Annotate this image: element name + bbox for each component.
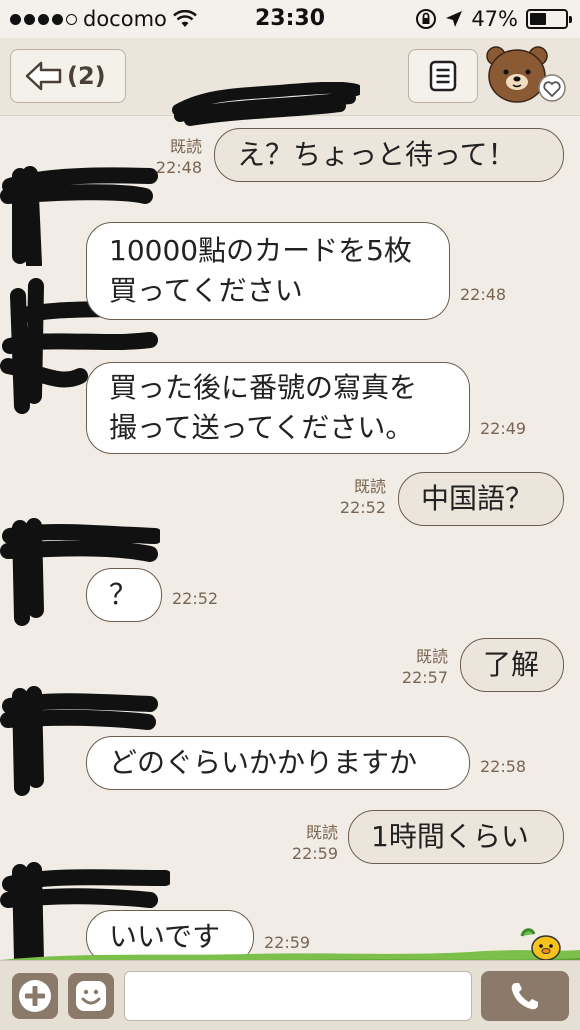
message-text: 買った後に番號の寫真を <box>109 371 418 404</box>
message-time: 22:48 <box>155 158 202 177</box>
message-meta: 既読 22:52 <box>326 476 386 518</box>
message-input[interactable] <box>124 971 472 1021</box>
sent-message-bubble[interactable]: 1時間くらい <box>348 810 564 864</box>
message-text: 撮って送ってください。 <box>109 411 414 444</box>
read-receipt: 既読 <box>169 137 202 156</box>
message-text: どのぐらいかかりますか <box>109 746 418 779</box>
message-text: 1時間くらい <box>371 820 529 853</box>
message-time: 22:52 <box>339 498 386 517</box>
message-time: 22:48 <box>460 285 507 304</box>
message-text: 中国語？ <box>421 482 534 515</box>
sent-message-bubble[interactable]: 了解 <box>460 638 564 692</box>
received-message-bubble[interactable]: どのぐらいかかりますか <box>86 736 470 790</box>
message-text: ？ <box>109 578 138 611</box>
location-arrow-icon <box>446 11 463 27</box>
message-text: 10000點のカードを5枚 <box>109 234 412 267</box>
read-receipt: 既読 <box>353 477 386 496</box>
battery-icon <box>526 9 572 29</box>
message-time: 22:52 <box>172 589 219 608</box>
status-right: 47% <box>415 7 572 31</box>
sally-chick-icon <box>520 928 561 961</box>
bear-icon[interactable] <box>484 44 570 108</box>
chat-header: (2) <box>0 38 580 126</box>
message-text: 買ってください <box>109 274 303 307</box>
message-meta: 既読 22:48 <box>140 136 202 178</box>
menu-button[interactable] <box>408 49 478 103</box>
back-arrow-icon <box>25 61 62 91</box>
status-bar: docomo 23:30 47% <box>0 0 580 38</box>
plus-icon <box>19 980 51 1012</box>
read-receipt: 既読 <box>305 823 338 842</box>
smiley-icon <box>76 981 106 1011</box>
message-text: え？ちょっと待って！ <box>237 138 516 171</box>
battery-percent: 47% <box>471 7 518 31</box>
phone-icon <box>511 983 538 1010</box>
message-time: 22:49 <box>480 419 527 438</box>
back-button[interactable]: (2) <box>10 49 126 103</box>
received-message-bubble[interactable]: 10000點のカードを5枚 買ってください <box>86 222 450 320</box>
message-time: 22:57 <box>401 668 448 687</box>
rotation-lock-icon <box>416 9 437 29</box>
message-time: 22:58 <box>480 757 527 776</box>
message-list[interactable]: 既読 22:48 え？ちょっと待って！ 10000點のカードを5枚 買ってくださ… <box>0 116 580 960</box>
message-text: 了解 <box>483 648 540 681</box>
read-receipt: 既読 <box>415 647 448 666</box>
message-meta: 既読 22:57 <box>388 646 448 688</box>
message-time: 22:59 <box>291 844 338 863</box>
list-icon <box>429 60 457 92</box>
received-message-bubble[interactable]: 買った後に番號の寫真を 撮って送ってください。 <box>86 362 470 454</box>
call-button[interactable] <box>481 971 569 1021</box>
sticker-button[interactable] <box>68 973 114 1019</box>
composer-bar <box>0 960 580 1030</box>
unread-count: (2) <box>67 62 106 90</box>
received-message-bubble[interactable]: ？ <box>86 568 162 622</box>
attach-button[interactable] <box>12 973 58 1019</box>
sent-message-bubble[interactable]: え？ちょっと待って！ <box>214 128 564 182</box>
message-meta: 既読 22:59 <box>276 822 338 864</box>
sent-message-bubble[interactable]: 中国語？ <box>398 472 564 526</box>
